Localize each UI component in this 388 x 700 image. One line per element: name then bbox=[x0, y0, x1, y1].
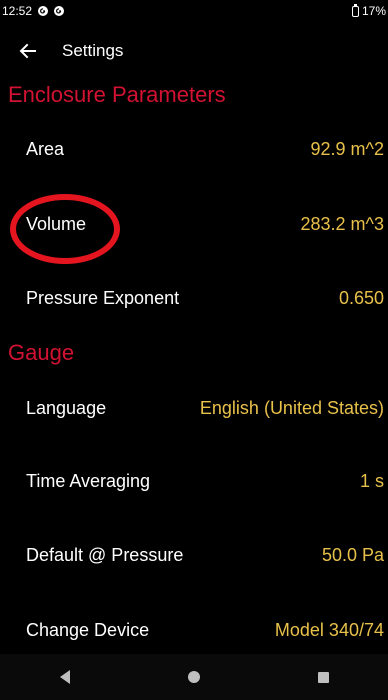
setting-value: Model 340/74 bbox=[274, 619, 384, 640]
app-notification-icon bbox=[54, 6, 65, 16]
setting-label: Area bbox=[26, 138, 65, 159]
setting-label: Change Device bbox=[26, 619, 150, 640]
app-bar: Settings bbox=[0, 30, 388, 72]
page-title: Settings bbox=[62, 41, 124, 60]
status-bar: 12:52 17% bbox=[0, 0, 388, 22]
setting-value: 50.0 Pa bbox=[321, 544, 384, 565]
setting-value: 283.2 m^3 bbox=[300, 213, 385, 234]
setting-row-volume[interactable]: Volume 283.2 m^3 bbox=[0, 204, 388, 244]
nav-recent-button[interactable] bbox=[303, 657, 343, 697]
setting-value: 0.650 bbox=[338, 287, 384, 308]
app-notification-icon bbox=[38, 6, 49, 16]
setting-label: Volume bbox=[26, 213, 87, 234]
setting-label: Time Averaging bbox=[26, 470, 151, 491]
status-time: 12:52 bbox=[2, 4, 33, 18]
setting-value: English (United States) bbox=[199, 397, 384, 418]
setting-value: 1 s bbox=[359, 470, 384, 491]
setting-row-area[interactable]: Area 92.9 m^2 bbox=[0, 129, 388, 169]
square-recent-icon bbox=[317, 671, 329, 683]
section-header-gauge: Gauge bbox=[8, 340, 75, 365]
back-arrow-icon[interactable] bbox=[16, 39, 40, 63]
setting-row-pressure-exponent[interactable]: Pressure Exponent 0.650 bbox=[0, 278, 388, 318]
setting-row-time-averaging[interactable]: Time Averaging 1 s bbox=[0, 461, 388, 501]
battery-icon bbox=[351, 3, 359, 17]
battery-percent: 17% bbox=[361, 4, 386, 18]
nav-back-button[interactable] bbox=[45, 657, 85, 697]
circle-home-icon bbox=[187, 671, 200, 683]
setting-row-change-device[interactable]: Change Device Model 340/74 bbox=[0, 610, 388, 650]
nav-home-button[interactable] bbox=[174, 657, 214, 697]
system-nav-bar bbox=[0, 654, 388, 700]
setting-label: Pressure Exponent bbox=[26, 287, 180, 308]
setting-label: Default @ Pressure bbox=[26, 544, 184, 565]
setting-label: Language bbox=[26, 397, 107, 418]
triangle-back-icon bbox=[59, 670, 70, 684]
setting-value: 92.9 m^2 bbox=[310, 138, 385, 159]
setting-row-default-pressure[interactable]: Default @ Pressure 50.0 Pa bbox=[0, 535, 388, 575]
setting-row-language[interactable]: Language English (United States) bbox=[0, 388, 388, 428]
section-header-enclosure: Enclosure Parameters bbox=[8, 82, 226, 107]
